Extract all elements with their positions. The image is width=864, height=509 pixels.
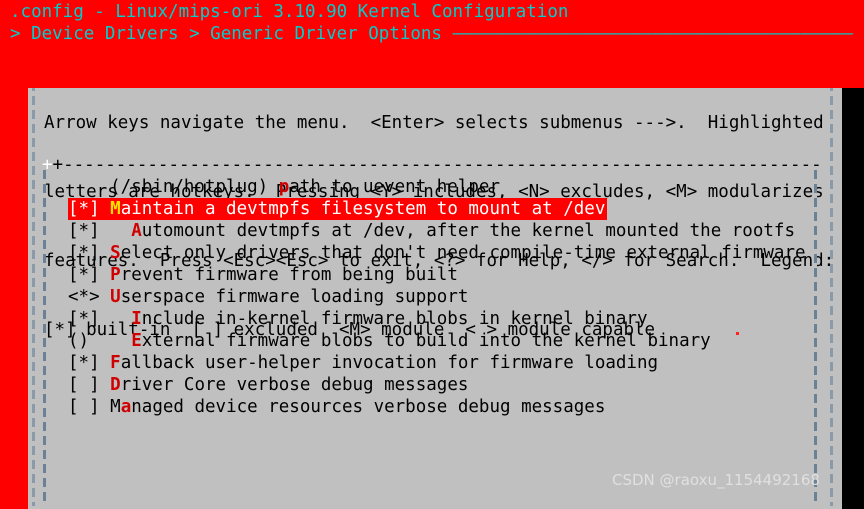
- page-title: .config - Linux/mips-ori 3.10.90 Kernel …: [10, 2, 569, 22]
- menu-item-label: naged device resources verbose debug mes…: [131, 397, 606, 417]
- menu-item-hotkey: E: [131, 331, 142, 351]
- menu-item[interactable]: () External firmware blobs to build into…: [68, 330, 713, 352]
- menu-item-hotkey: p: [278, 177, 290, 197]
- listbox-border-right: [814, 170, 817, 503]
- dialog-border-right: [830, 54, 833, 506]
- menu-item[interactable]: [*] Fallback user-helper invocation for …: [68, 352, 660, 374]
- menu-item-label: ath to uevent helper: [289, 177, 500, 197]
- menu-item-state: [ ]: [68, 397, 111, 417]
- menu-item-label: serspace firmware loading support: [120, 287, 469, 307]
- terminal-black-band: [842, 48, 864, 509]
- menu-item-label: xternal firmware blobs to build into the…: [141, 331, 711, 351]
- breadcrumb-path[interactable]: > Device Drivers > Generic Driver Option…: [10, 24, 453, 44]
- menu-item[interactable]: [*] Maintain a devtmpfs filesystem to mo…: [68, 198, 608, 220]
- menu-item-label: utomount devtmpfs at /dev, after the ker…: [141, 221, 795, 241]
- menu-item-state: [*]: [68, 353, 111, 373]
- menu-item-label: elect only drivers that don't need compi…: [120, 243, 806, 263]
- menu-item-hotkey: U: [110, 287, 121, 307]
- listbox-top-border: ++--------------------------------------…: [42, 158, 821, 172]
- menu-item-hotkey: P: [110, 265, 121, 285]
- menu-item-label: river Core verbose debug messages: [120, 375, 469, 395]
- menu-item-state: [ ]: [68, 375, 111, 395]
- menu-item-label-prefix: M: [110, 397, 121, 417]
- menu-item-state: [*]: [68, 309, 132, 329]
- menu-item[interactable]: [*] Prevent firmware from being built: [68, 264, 460, 286]
- cursor-artifact: [736, 332, 739, 335]
- menu-item-label: aintain a devtmpfs filesystem to mount a…: [120, 199, 606, 219]
- menu-item-list: (/sbin/hotplug) path to uevent helper [*]…: [68, 176, 808, 418]
- menu-item[interactable]: (/sbin/hotplug) path to uevent helper: [68, 176, 502, 198]
- menu-item[interactable]: [ ] Managed device resources verbose deb…: [68, 396, 607, 418]
- menu-item-state: [*]: [68, 199, 111, 219]
- breadcrumb: > Device Drivers > Generic Driver Option…: [10, 23, 853, 45]
- menu-item[interactable]: [*] Automount devtmpfs at /dev, after th…: [68, 220, 797, 242]
- menu-item-hotkey: S: [110, 243, 121, 263]
- dialog-generic-driver-options: ++------------------------------ Generic…: [28, 40, 842, 509]
- menu-item[interactable]: [*] Include in-kernel firmware blobs in …: [68, 308, 650, 330]
- menu-item-state: <*>: [68, 287, 111, 307]
- menu-item-hotkey: M: [110, 199, 121, 219]
- menu-item-hotkey: I: [131, 309, 142, 329]
- dialog-border-left: [32, 54, 35, 506]
- menu-item-state: [*]: [68, 221, 132, 241]
- menu-item-state: [*]: [68, 265, 111, 285]
- menu-listbox: ++--------------------------------------…: [42, 158, 821, 503]
- menu-item[interactable]: [ ] Driver Core verbose debug messages: [68, 374, 470, 396]
- menu-item-hotkey: D: [110, 375, 121, 395]
- menu-item-hotkey: A: [131, 221, 142, 241]
- watermark: CSDN @raoxu_1154492168: [612, 471, 820, 489]
- listbox-top-dashes: +---------------------------------------…: [52, 158, 821, 172]
- menu-item-state: (): [68, 331, 132, 351]
- menu-item-label: allback user-helper invocation for firmw…: [120, 353, 659, 373]
- menuconfig-screen: .config - Linux/mips-ori 3.10.90 Kernel …: [0, 0, 864, 509]
- listbox-border-left: [43, 170, 46, 503]
- breadcrumb-rule: ——————————————————————————————————————: [452, 24, 853, 44]
- menu-item[interactable]: [*] Select only drivers that don't need …: [68, 242, 808, 264]
- menu-item-hotkey: F: [110, 353, 121, 373]
- header: .config - Linux/mips-ori 3.10.90 Kernel …: [0, 0, 864, 88]
- menu-item-state: (/sbin/hotplug): [68, 177, 279, 197]
- menu-item-hotkey: a: [120, 397, 132, 417]
- menu-item-state: [*]: [68, 243, 111, 263]
- help-line: Arrow keys navigate the menu. <Enter> se…: [44, 113, 824, 133]
- menu-item-label: nclude in-kernel firmware blobs in kerne…: [141, 309, 648, 329]
- menu-item[interactable]: <*> Userspace firmware loading support: [68, 286, 470, 308]
- menu-item-label: revent firmware from being built: [120, 265, 458, 285]
